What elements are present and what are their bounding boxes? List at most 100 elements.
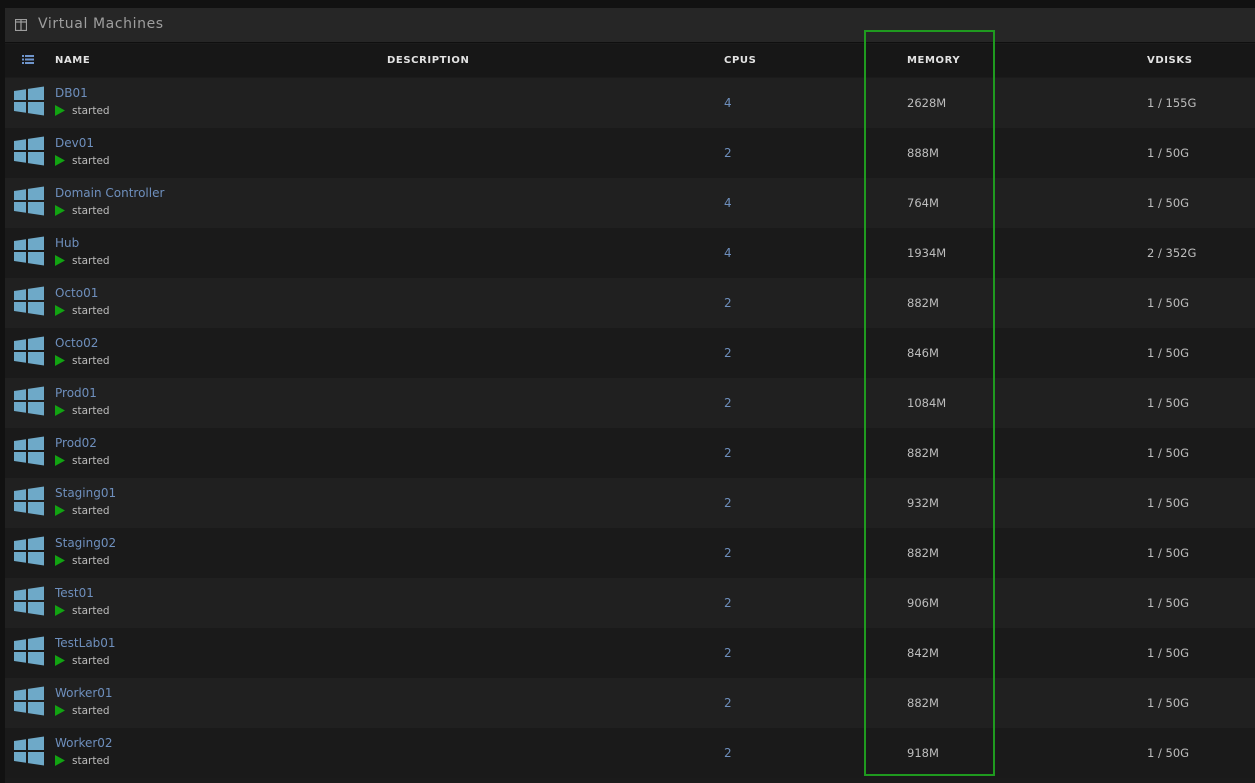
play-icon xyxy=(55,255,65,266)
vm-vdisks: 1 / 50G xyxy=(1147,696,1190,710)
column-header-cpus[interactable]: CPUS xyxy=(724,55,756,66)
play-icon xyxy=(55,405,65,416)
vm-cpus-link[interactable]: 4 xyxy=(724,246,732,260)
table-row[interactable]: Octo01 started 2 882M 1 / 50G xyxy=(5,278,1255,328)
vm-name-link[interactable]: TestLab01 xyxy=(55,636,116,650)
vm-memory: 1084M xyxy=(907,396,947,410)
column-header-memory[interactable]: MEMORY xyxy=(907,55,960,66)
vm-name-link[interactable]: Octo01 xyxy=(55,286,98,300)
vm-name-link[interactable]: Worker01 xyxy=(55,686,113,700)
vm-cpus-link[interactable]: 2 xyxy=(724,646,732,660)
vm-cpus-link[interactable]: 2 xyxy=(724,296,732,310)
vm-status: started xyxy=(72,655,110,667)
vm-cpus-link[interactable]: 2 xyxy=(724,446,732,460)
play-icon xyxy=(55,455,65,466)
table-row[interactable]: Staging01 started 2 932M 1 / 50G xyxy=(5,478,1255,528)
table-row[interactable]: Worker01 started 2 882M 1 / 50G xyxy=(5,678,1255,728)
columns-icon xyxy=(15,19,27,31)
play-icon xyxy=(55,305,65,316)
vm-status: started xyxy=(72,205,110,217)
vm-status: started xyxy=(72,755,110,767)
windows-icon xyxy=(14,636,44,666)
vm-memory: 906M xyxy=(907,596,939,610)
vm-memory: 932M xyxy=(907,496,939,510)
vm-cpus-link[interactable]: 2 xyxy=(724,596,732,610)
play-icon xyxy=(55,705,65,716)
vm-name-link[interactable]: Staging01 xyxy=(55,486,116,500)
vm-memory: 764M xyxy=(907,196,939,210)
vm-memory: 882M xyxy=(907,696,939,710)
table-row[interactable]: DB01 started 4 2628M 1 / 155G xyxy=(5,78,1255,128)
panel-header: Virtual Machines xyxy=(5,8,1255,43)
vm-status: started xyxy=(72,305,110,317)
vm-name-link[interactable]: Hub xyxy=(55,236,79,250)
vm-status: started xyxy=(72,155,110,167)
windows-icon xyxy=(14,486,44,516)
vm-status: started xyxy=(72,255,110,267)
vm-name-link[interactable]: Dev01 xyxy=(55,136,94,150)
vm-memory: 846M xyxy=(907,346,939,360)
vm-cpus-link[interactable]: 2 xyxy=(724,746,732,760)
windows-icon xyxy=(14,236,44,266)
vm-status: started xyxy=(72,105,110,117)
vm-name-link[interactable]: Staging02 xyxy=(55,536,116,550)
column-header-name[interactable]: NAME xyxy=(55,55,90,66)
list-view-icon[interactable] xyxy=(22,55,34,64)
table-row[interactable]: Worker02 started 2 918M 1 / 50G xyxy=(5,728,1255,778)
vm-vdisks: 1 / 50G xyxy=(1147,746,1190,760)
play-icon xyxy=(55,105,65,116)
vm-cpus-link[interactable]: 2 xyxy=(724,696,732,710)
table-row[interactable]: Dev01 started 2 888M 1 / 50G xyxy=(5,128,1255,178)
vm-memory: 918M xyxy=(907,746,939,760)
vm-cpus-link[interactable]: 2 xyxy=(724,496,732,510)
windows-icon xyxy=(14,736,44,766)
vm-cpus-link[interactable]: 4 xyxy=(724,196,732,210)
play-icon xyxy=(55,355,65,366)
vm-name-link[interactable]: Domain Controller xyxy=(55,186,164,200)
table-row[interactable]: Octo02 started 2 846M 1 / 50G xyxy=(5,328,1255,378)
vm-status: started xyxy=(72,405,110,417)
column-header-description[interactable]: DESCRIPTION xyxy=(387,55,469,66)
vm-memory: 1934M xyxy=(907,246,947,260)
windows-icon xyxy=(14,286,44,316)
vm-vdisks: 1 / 50G xyxy=(1147,196,1190,210)
vm-cpus-link[interactable]: 2 xyxy=(724,396,732,410)
vm-vdisks: 1 / 50G xyxy=(1147,396,1190,410)
table-row[interactable]: Domain Controller started 4 764M 1 / 50G xyxy=(5,178,1255,228)
vm-memory: 882M xyxy=(907,546,939,560)
vm-status: started xyxy=(72,705,110,717)
table-row[interactable]: Prod01 started 2 1084M 1 / 50G xyxy=(5,378,1255,428)
vm-name-link[interactable]: Test01 xyxy=(55,586,94,600)
table-row[interactable]: TestLab01 started 2 842M 1 / 50G xyxy=(5,628,1255,678)
windows-icon xyxy=(14,186,44,216)
vm-cpus-link[interactable]: 4 xyxy=(724,96,732,110)
vm-vdisks: 1 / 155G xyxy=(1147,96,1197,110)
play-icon xyxy=(55,505,65,516)
vm-cpus-link[interactable]: 2 xyxy=(724,346,732,360)
column-header-vdisks[interactable]: VDISKS xyxy=(1147,55,1193,66)
table-row[interactable]: Test01 started 2 906M 1 / 50G xyxy=(5,578,1255,628)
vm-cpus-link[interactable]: 2 xyxy=(724,546,732,560)
vm-vdisks: 1 / 50G xyxy=(1147,346,1190,360)
play-icon xyxy=(55,655,65,666)
vm-memory: 842M xyxy=(907,646,939,660)
vm-status: started xyxy=(72,505,110,517)
vm-name-link[interactable]: DB01 xyxy=(55,86,88,100)
vm-vdisks: 1 / 50G xyxy=(1147,296,1190,310)
table-row[interactable]: Staging02 started 2 882M 1 / 50G xyxy=(5,528,1255,578)
vm-memory: 882M xyxy=(907,446,939,460)
vm-cpus-link[interactable]: 2 xyxy=(724,146,732,160)
vm-name-link[interactable]: Prod01 xyxy=(55,386,97,400)
table-row[interactable]: Prod02 started 2 882M 1 / 50G xyxy=(5,428,1255,478)
panel-title: Virtual Machines xyxy=(38,16,164,32)
vm-name-link[interactable]: Octo02 xyxy=(55,336,98,350)
windows-icon xyxy=(14,336,44,366)
table-row[interactable]: Hub started 4 1934M 2 / 352G xyxy=(5,228,1255,278)
vm-name-link[interactable]: Prod02 xyxy=(55,436,97,450)
vm-name-link[interactable]: Worker02 xyxy=(55,736,113,750)
windows-icon xyxy=(14,586,44,616)
table-header xyxy=(5,44,1255,77)
play-icon xyxy=(55,555,65,566)
vm-panel: Virtual Machines NAME DESCRIPTION CPUS M… xyxy=(5,8,1255,783)
play-icon xyxy=(55,155,65,166)
